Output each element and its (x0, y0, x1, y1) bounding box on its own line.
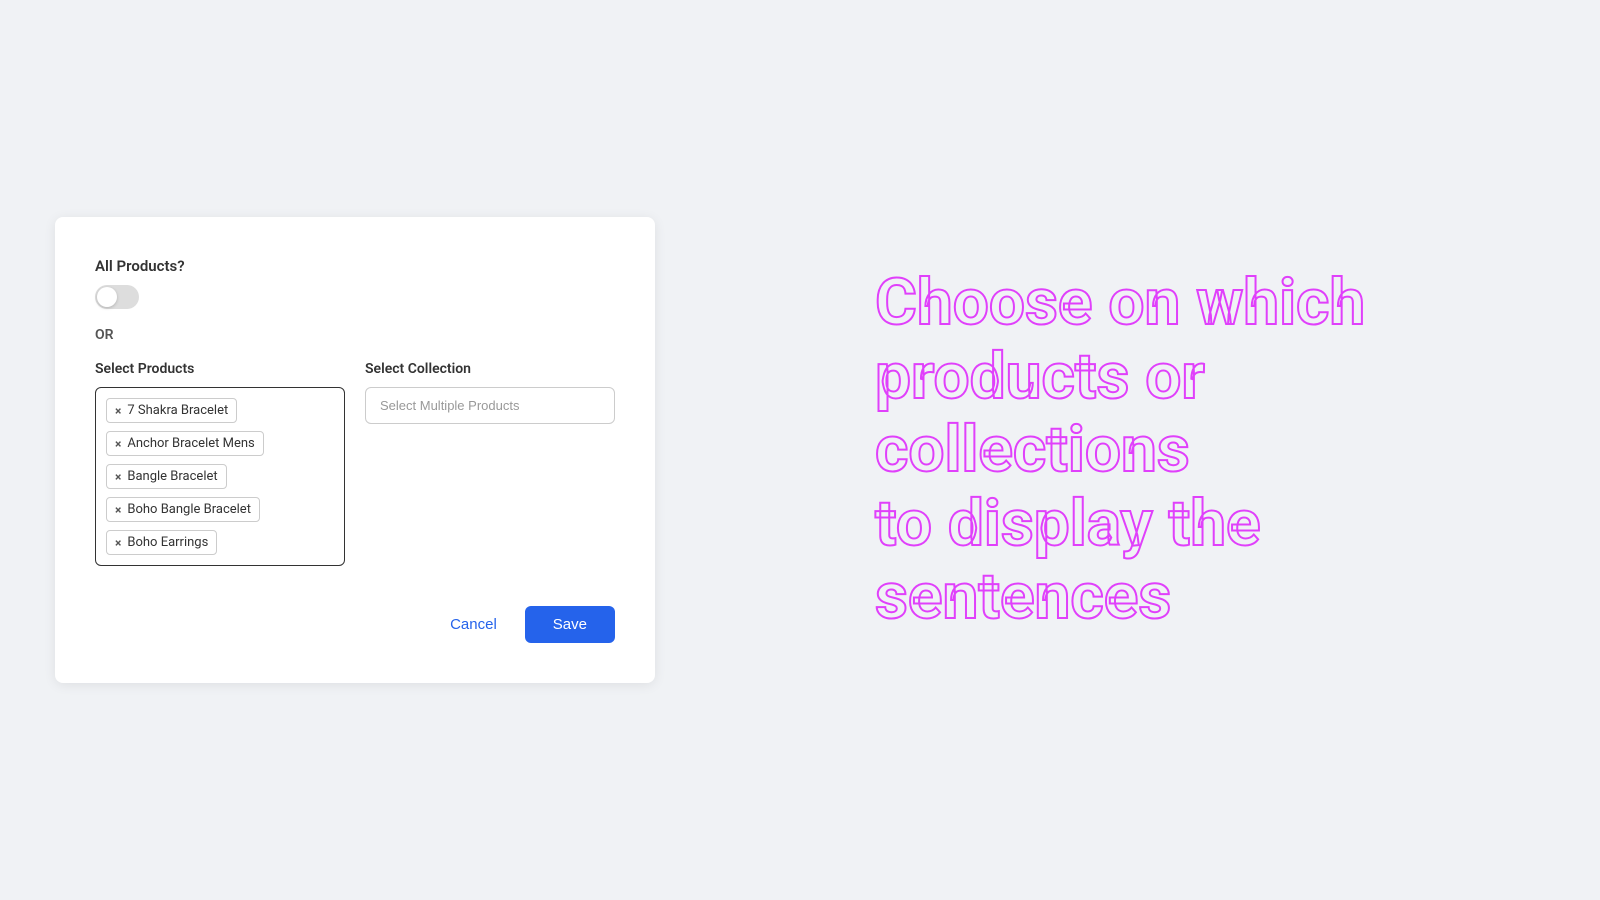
cancel-button[interactable]: Cancel (434, 608, 513, 641)
right-panel: Choose on which products or collections … (710, 0, 1600, 900)
save-button[interactable]: Save (525, 606, 615, 643)
select-collection-title: Select Collection (365, 361, 615, 377)
toggle-knob (97, 287, 117, 307)
tag-bangle-bracelet-label: Bangle Bracelet (127, 469, 217, 484)
dialog-footer: Cancel Save (95, 606, 615, 643)
tag-boho-earrings-remove[interactable]: × (115, 537, 121, 549)
tag-boho-bangle-bracelet-label: Boho Bangle Bracelet (127, 502, 251, 517)
tag-anchor-bracelet: × Anchor Bracelet Mens (106, 431, 264, 456)
tag-bangle-bracelet-remove[interactable]: × (115, 471, 121, 483)
tag-boho-bangle-bracelet: × Boho Bangle Bracelet (106, 497, 260, 522)
toggle-container (95, 285, 615, 309)
tag-boho-earrings: × Boho Earrings (106, 530, 217, 555)
hero-line2: products or collections (875, 339, 1205, 488)
tag-anchor-bracelet-remove[interactable]: × (115, 438, 121, 450)
hero-line1: Choose on which (875, 265, 1365, 340)
select-collection-group: Select Collection (365, 361, 615, 566)
tag-7-shakra-label: 7 Shakra Bracelet (127, 403, 228, 418)
all-products-label: All Products? (95, 257, 615, 275)
tag-7-shakra-remove[interactable]: × (115, 405, 121, 417)
main-container: All Products? OR Select Products × 7 S (0, 0, 1600, 900)
products-tags-box: × 7 Shakra Bracelet × Anchor Bracelet Me… (95, 387, 345, 566)
or-label: OR (95, 327, 615, 343)
tag-7-shakra-bracelet: × 7 Shakra Bracelet (106, 398, 237, 423)
select-products-title: Select Products (95, 361, 345, 377)
tag-boho-earrings-label: Boho Earrings (127, 535, 208, 550)
left-panel: All Products? OR Select Products × 7 S (0, 0, 710, 900)
tag-bangle-bracelet: × Bangle Bracelet (106, 464, 227, 489)
hero-line3: to display the (875, 486, 1261, 561)
hero-text: Choose on which products or collections … (875, 266, 1435, 634)
all-products-toggle[interactable] (95, 285, 139, 309)
tag-boho-bangle-bracelet-remove[interactable]: × (115, 504, 121, 516)
tag-anchor-bracelet-label: Anchor Bracelet Mens (127, 436, 254, 451)
selectors-row: Select Products × 7 Shakra Bracelet × An… (95, 361, 615, 566)
select-products-group: Select Products × 7 Shakra Bracelet × An… (95, 361, 345, 566)
collection-input[interactable] (365, 387, 615, 424)
dialog-card: All Products? OR Select Products × 7 S (55, 217, 655, 683)
hero-line4: sentences (875, 559, 1171, 634)
